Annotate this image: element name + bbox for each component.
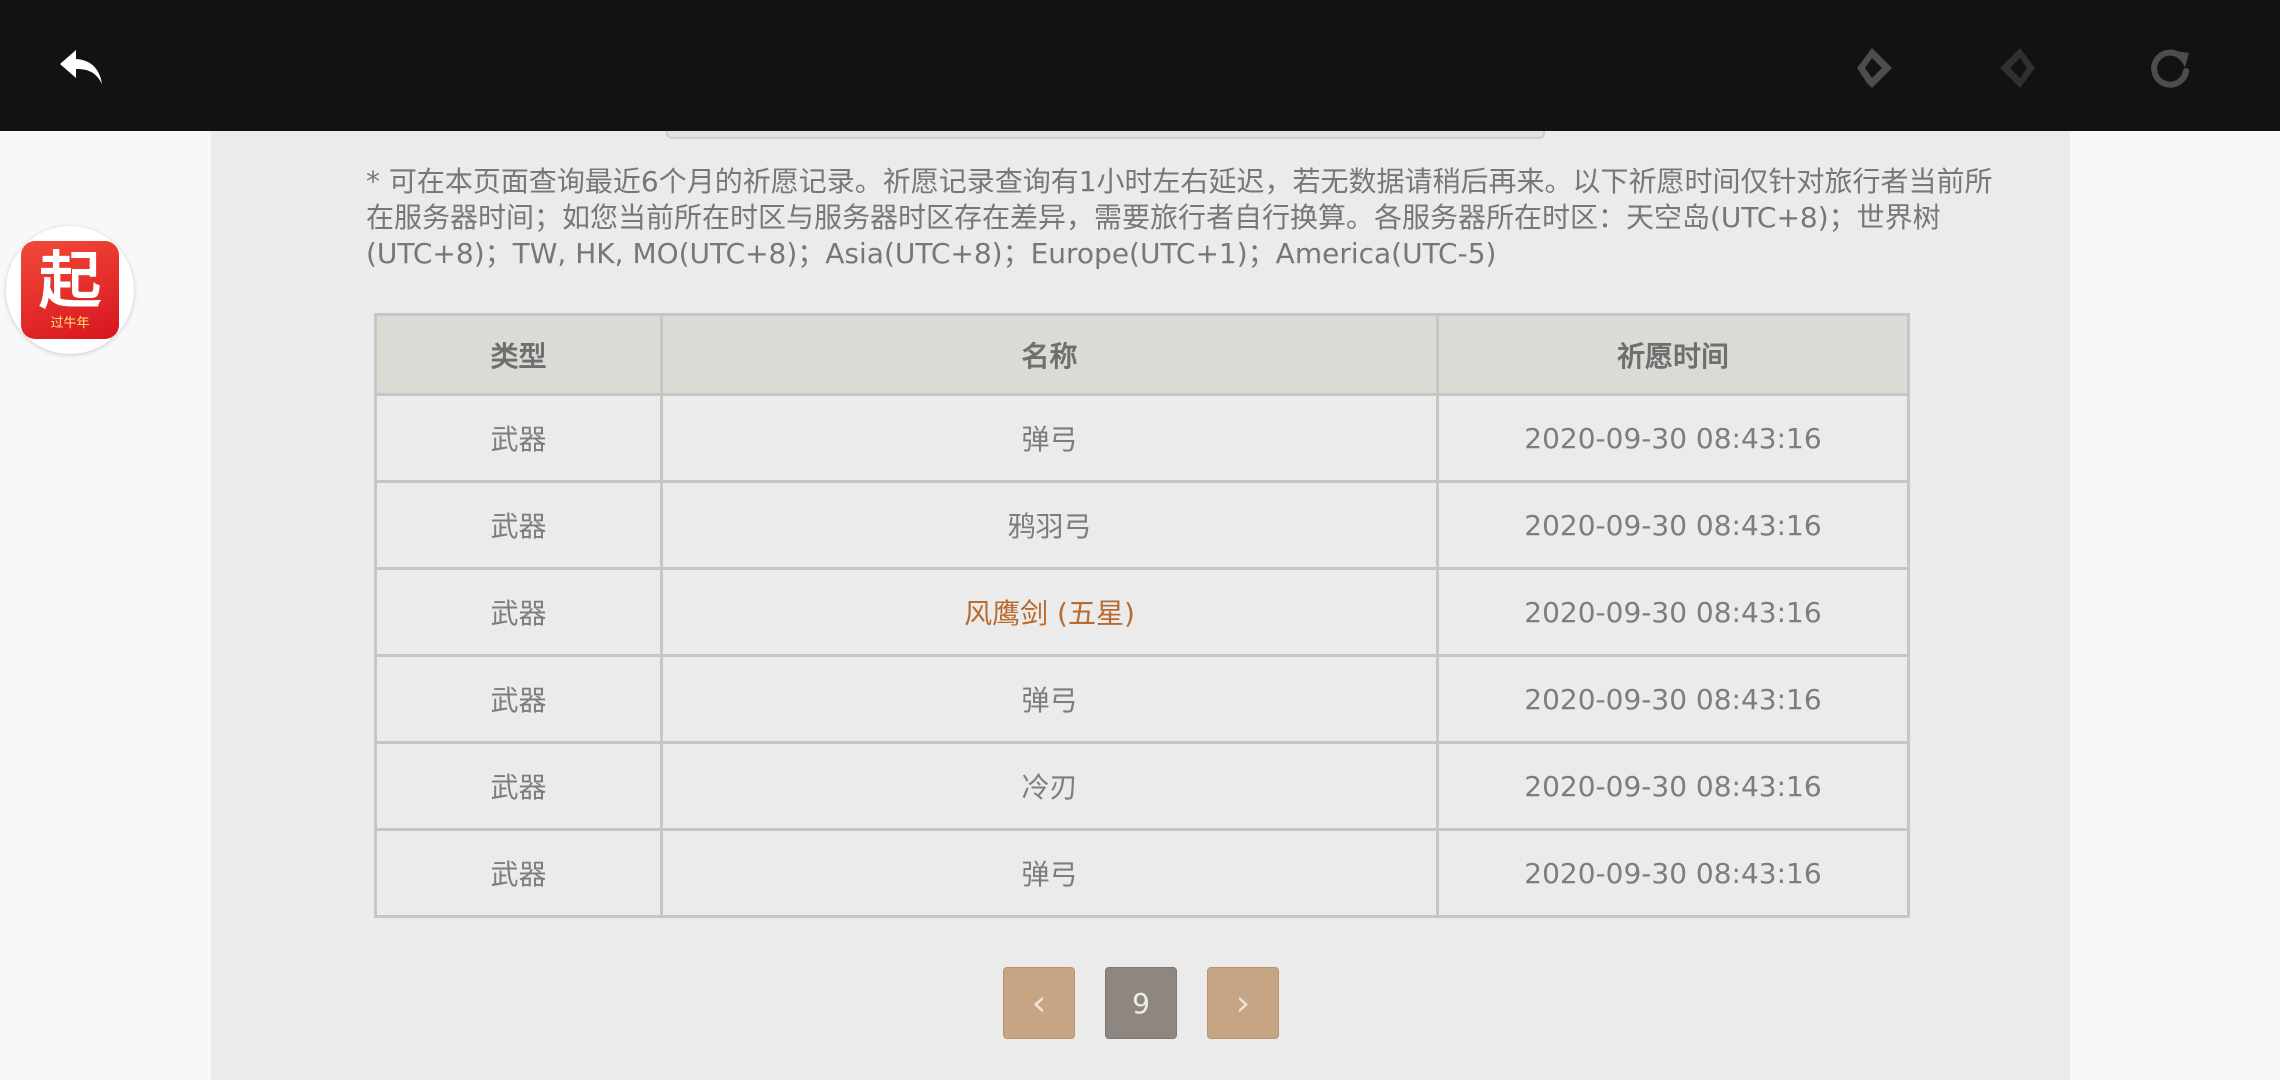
table-header-row: 类型 名称 祈愿时间	[374, 313, 1910, 396]
cell-type: 武器	[374, 654, 663, 744]
table-row: 武器 风鹰剑 (五星) 2020-09-30 08:43:16	[374, 567, 1910, 657]
table-row: 武器 冷刃 2020-09-30 08:43:16	[374, 741, 1910, 831]
prev-diamond-icon	[1857, 48, 1892, 88]
header-name: 名称	[660, 313, 1439, 396]
app-logo: 起 过牛年	[21, 241, 119, 339]
current-page-number: 9	[1132, 986, 1150, 1020]
browser-toolbar	[0, 0, 2280, 131]
prev-page-button[interactable]: ‹	[1003, 967, 1075, 1039]
cell-name: 冷刃	[660, 741, 1439, 831]
app-logo-char: 起	[38, 244, 101, 317]
table-row: 武器 鸦羽弓 2020-09-30 08:43:16	[374, 480, 1910, 570]
cell-time: 2020-09-30 08:43:16	[1436, 828, 1910, 918]
header-type: 类型	[374, 313, 663, 396]
next-page-button[interactable]: ›	[1207, 967, 1279, 1039]
chevron-left-icon: ‹	[1031, 982, 1047, 1024]
cell-type: 武器	[374, 567, 663, 657]
cell-name: 弹弓	[660, 654, 1439, 744]
wish-history-table: 类型 名称 祈愿时间 武器 弹弓 2020-09-30 08:43:16 武器 …	[374, 313, 1910, 918]
current-page[interactable]: 9	[1105, 967, 1177, 1039]
cell-type: 武器	[374, 480, 663, 570]
prev-button[interactable]	[1840, 36, 1904, 100]
back-button[interactable]	[50, 36, 114, 100]
app-logo-subtitle: 过牛年	[50, 316, 90, 331]
table-row: 武器 弹弓 2020-09-30 08:43:16	[374, 654, 1910, 744]
cell-type: 武器	[374, 393, 663, 483]
cell-time: 2020-09-30 08:43:16	[1436, 741, 1910, 831]
wish-type-select[interactable]	[666, 131, 1545, 139]
cell-type: 武器	[374, 828, 663, 918]
cell-time: 2020-09-30 08:43:16	[1436, 567, 1910, 657]
chevron-right-icon: ›	[1235, 982, 1251, 1024]
next-diamond-icon	[2000, 48, 2035, 88]
header-time: 祈愿时间	[1436, 313, 1910, 396]
back-icon	[60, 50, 102, 84]
cell-name: 弹弓	[660, 393, 1439, 483]
refresh-icon	[2151, 49, 2189, 88]
cell-name: 鸦羽弓	[660, 480, 1439, 570]
cell-name-five-star: 风鹰剑 (五星)	[660, 567, 1439, 657]
cell-time: 2020-09-30 08:43:16	[1436, 480, 1910, 570]
floating-app-icon[interactable]: 起 过牛年	[6, 226, 134, 354]
cell-type: 武器	[374, 741, 663, 831]
wish-notice-text: * 可在本页面查询最近6个月的祈愿记录。祈愿记录查询有1小时左右延迟，若无数据请…	[366, 165, 1993, 270]
cell-time: 2020-09-30 08:43:16	[1436, 393, 1910, 483]
cell-time: 2020-09-30 08:43:16	[1436, 654, 1910, 744]
table-row: 武器 弹弓 2020-09-30 08:43:16	[374, 393, 1910, 483]
wish-history-panel: * 可在本页面查询最近6个月的祈愿记录。祈愿记录查询有1小时左右延迟，若无数据请…	[211, 131, 2070, 1080]
next-button[interactable]	[1988, 36, 2052, 100]
table-row: 武器 弹弓 2020-09-30 08:43:16	[374, 828, 1910, 918]
cell-name: 弹弓	[660, 828, 1439, 918]
refresh-button[interactable]	[2138, 36, 2202, 100]
